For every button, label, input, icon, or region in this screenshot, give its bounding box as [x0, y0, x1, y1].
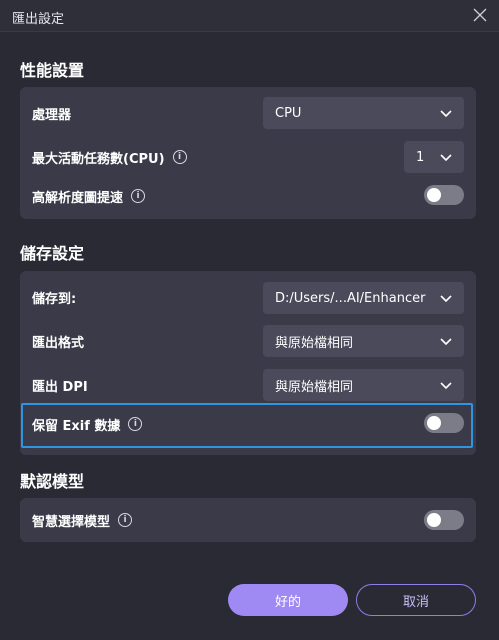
save-to-row: 儲存到:: [32, 286, 76, 308]
processor-value: CPU: [275, 105, 302, 121]
export-dpi-value: 與原始檔相同: [275, 379, 354, 395]
info-icon[interactable]: i: [172, 150, 187, 164]
processor-row: 處理器: [32, 102, 71, 124]
chevron-down-icon: [440, 154, 452, 162]
export-dpi-row: 匯出 DPI: [32, 374, 88, 396]
chevron-down-icon: [440, 295, 452, 303]
export-dpi-select[interactable]: 與原始檔相同: [263, 369, 464, 401]
processor-label: 處理器: [32, 107, 72, 123]
save-to-select[interactable]: D:/Users/...AI/Enhancer: [263, 282, 464, 314]
export-format-row: 匯出格式: [32, 330, 84, 352]
hires-accel-row: 高解析度圖提速 i: [32, 185, 146, 207]
smart-select-toggle[interactable]: [424, 510, 464, 530]
toggle-knob: [427, 188, 441, 202]
max-tasks-select[interactable]: 1: [404, 141, 464, 173]
section-title-performance: 性能設置: [20, 61, 85, 80]
processor-select[interactable]: CPU: [263, 97, 464, 129]
save-to-value: D:/Users/...AI/Enhancer: [275, 290, 426, 306]
performance-card: 處理器 CPU 最大活動任務數(CPU) i 1 高解析度圖提速 i: [20, 87, 476, 219]
smart-select-label: 智慧選擇模型: [32, 514, 111, 530]
chevron-down-icon: [440, 382, 452, 390]
cancel-button[interactable]: 取消: [356, 584, 476, 616]
export-format-label: 匯出格式: [32, 335, 85, 351]
save-to-label: 儲存到:: [32, 291, 77, 307]
export-format-select[interactable]: 與原始檔相同: [263, 325, 464, 357]
hires-accel-toggle[interactable]: [424, 185, 464, 205]
max-tasks-value: 1: [416, 149, 425, 165]
section-title-storage: 儲存設定: [20, 244, 85, 263]
chevron-down-icon: [440, 338, 452, 346]
info-icon[interactable]: i: [118, 513, 133, 527]
ok-button[interactable]: 好的: [228, 584, 348, 616]
close-icon[interactable]: [471, 6, 489, 24]
chevron-down-icon: [440, 110, 452, 118]
max-tasks-row: 最大活動任務數(CPU) i: [32, 146, 187, 168]
smart-select-row: 智慧選擇模型 i: [32, 509, 133, 531]
dialog-title: 匯出設定: [12, 12, 65, 27]
dialog-titlebar: 匯出設定: [0, 0, 499, 32]
default-model-card: 智慧選擇模型 i: [20, 498, 476, 542]
hires-accel-label: 高解析度圖提速: [32, 190, 124, 206]
keep-exif-focus-outline: [21, 403, 473, 448]
section-title-default-model: 默認模型: [20, 472, 85, 491]
export-dpi-label: 匯出 DPI: [32, 379, 88, 395]
info-icon[interactable]: i: [131, 189, 146, 203]
toggle-knob: [427, 513, 441, 527]
max-tasks-label: 最大活動任務數(CPU): [32, 151, 165, 167]
export-format-value: 與原始檔相同: [275, 335, 354, 351]
